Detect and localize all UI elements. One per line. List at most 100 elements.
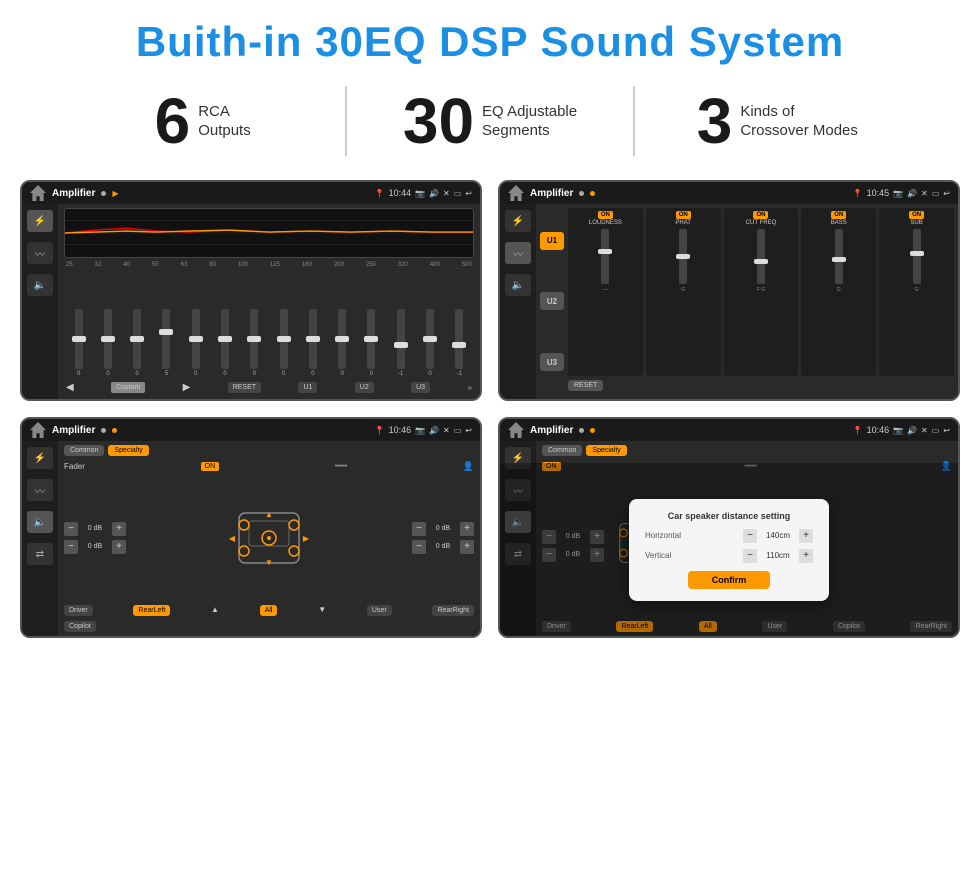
vol-row-2: − 0 dB + — [412, 522, 474, 536]
arrow-up-icon: ▲ — [211, 605, 219, 616]
status-dot-cross-2 — [590, 191, 595, 196]
fader-on-badge[interactable]: ON — [201, 462, 220, 471]
dialog-vertical-plus[interactable]: + — [799, 549, 813, 563]
ch-cutfreq-on[interactable]: ON — [753, 211, 768, 219]
cross-sidebar-vol[interactable]: 🔈 — [505, 274, 531, 296]
fader-body: ⚡ 〰 🔈 ⇄ Common Specialty — [22, 441, 480, 636]
stat-rca-number: 6 — [155, 89, 191, 153]
screen-fader-dialog: Amplifier 📍 10:46 📷 🔊 ✕ ▭ ↩ ⚡ 〰 — [498, 417, 960, 638]
fader-bottom-btns: Driver RearLeft ▲ All ▼ User RearRight — [64, 605, 474, 616]
fader-onoff-row: Fader ON ━━ 👤 — [64, 461, 474, 472]
fader-dialog-status-bar: Amplifier 📍 10:46 📷 🔊 ✕ ▭ ↩ — [500, 419, 958, 441]
vol-plus-1[interactable]: + — [112, 540, 126, 554]
custom-btn[interactable]: Custom — [111, 382, 145, 393]
cross-sidebar-eq[interactable]: ⚡ — [505, 210, 531, 232]
vol-minus-0[interactable]: − — [64, 522, 78, 536]
btn-rearright[interactable]: RearRight — [432, 605, 474, 616]
vol-minus-2[interactable]: − — [412, 522, 426, 536]
tab-specialty-fd[interactable]: Specialty — [586, 445, 626, 456]
fader-dialog-time: 10:46 — [867, 425, 890, 435]
dialog-field-horizontal: Horizontal − 140cm + — [645, 529, 813, 543]
vol-val-2: 0 dB — [429, 525, 457, 532]
eq-controls: ◀ Custom ▶ RESET U1 U2 U3 » — [64, 379, 474, 395]
dialog-vertical-ctrl: − 110cm + — [743, 549, 813, 563]
home-icon-fader-dialog[interactable] — [508, 422, 524, 438]
prev-btn[interactable]: ◀ — [66, 382, 74, 393]
btn-driver[interactable]: Driver — [64, 605, 93, 616]
stats-row: 6 RCAOutputs 30 EQ AdjustableSegments 3 … — [0, 76, 980, 172]
dialog-horizontal-plus[interactable]: + — [799, 529, 813, 543]
vol-minus-1[interactable]: − — [64, 540, 78, 554]
fader-dialog-body: ⚡ 〰 🔈 ⇄ Common Specialty ON — [500, 441, 958, 636]
eq-slider-12: 0 — [426, 272, 434, 377]
eq-status-bar: Amplifier ▶ 📍 10:44 📷 🔊 ✕ ▭ ↩ — [22, 182, 480, 204]
home-icon[interactable] — [30, 185, 46, 201]
vol-minus-3[interactable]: − — [412, 540, 426, 554]
svg-text:◀: ◀ — [229, 534, 236, 543]
btn-rearleft[interactable]: RearLeft — [133, 605, 170, 616]
u3-cross-btn[interactable]: U3 — [540, 353, 564, 371]
reset-btn[interactable]: RESET — [228, 382, 261, 393]
home-icon-fader[interactable] — [30, 422, 46, 438]
vol-plus-0[interactable]: + — [112, 522, 126, 536]
cross-reset-btn[interactable]: RESET — [568, 380, 603, 391]
dialog-field-vertical: Vertical − 110cm + — [645, 549, 813, 563]
cross-sidebar-wave[interactable]: 〰 — [505, 242, 531, 264]
tab-common[interactable]: Common — [64, 445, 104, 456]
home-icon-cross[interactable] — [508, 185, 524, 201]
vol-plus-3[interactable]: + — [460, 540, 474, 554]
car-svg: ▲ ▼ ◀ ▶ — [224, 503, 314, 573]
stat-eq-number: 30 — [403, 89, 474, 153]
btn-user[interactable]: User — [367, 605, 392, 616]
ch-phat-on[interactable]: ON — [676, 211, 691, 219]
fader-status-bar: Amplifier 📍 10:46 📷 🔊 ✕ ▭ ↩ — [22, 419, 480, 441]
next-btn[interactable]: ▶ — [183, 382, 191, 393]
eq-slider-10: 0 — [367, 272, 375, 377]
ch-bass-on[interactable]: ON — [831, 211, 846, 219]
ch-sub-on[interactable]: ON — [909, 211, 924, 219]
eq-slider-13: -1 — [455, 272, 463, 377]
eq-sidebar-wave[interactable]: 〰 — [27, 242, 53, 264]
u2-btn[interactable]: U2 — [355, 382, 374, 393]
tab-common-fd[interactable]: Common — [542, 445, 582, 456]
vol-plus-2[interactable]: + — [460, 522, 474, 536]
fader-sidebar-eq[interactable]: ⚡ — [27, 447, 53, 469]
fader-dialog-app-title: Amplifier — [530, 425, 573, 436]
dialog-horizontal-minus[interactable]: − — [743, 529, 757, 543]
eq-slider-2: 0 — [133, 272, 141, 377]
confirm-button[interactable]: Confirm — [688, 571, 771, 589]
u1-btn[interactable]: U1 — [298, 382, 317, 393]
expand-icon[interactable]: » — [467, 383, 471, 392]
u1-cross-btn[interactable]: U1 — [540, 232, 564, 250]
cross-time: 10:45 — [867, 188, 890, 198]
eq-slider-1: 0 — [104, 272, 112, 377]
stat-rca: 6 RCAOutputs — [60, 89, 345, 153]
vol-right: − 0 dB + − 0 dB + — [412, 522, 474, 554]
btn-copilot[interactable]: Copilot — [64, 621, 96, 632]
u3-btn[interactable]: U3 — [411, 382, 430, 393]
u2-cross-btn[interactable]: U2 — [540, 292, 564, 310]
fader-sidebar-expand[interactable]: ⇄ — [27, 543, 53, 565]
eq-slider-7: 0 — [280, 272, 288, 377]
fader-sidebar-wave[interactable]: 〰 — [27, 479, 53, 501]
btn-all[interactable]: All — [260, 605, 278, 616]
cross-status-bar: Amplifier 📍 10:45 📷 🔊 ✕ ▭ ↩ — [500, 182, 958, 204]
stat-crossover: 3 Kinds ofCrossover Modes — [635, 89, 920, 153]
tab-specialty[interactable]: Specialty — [108, 445, 148, 456]
vol-val-0: 0 dB — [81, 525, 109, 532]
eq-sidebar-vol[interactable]: 🔈 — [27, 274, 53, 296]
vol-val-1: 0 dB — [81, 543, 109, 550]
dialog-vertical-minus[interactable]: − — [743, 549, 757, 563]
ch-bass: ON BASS G — [801, 208, 876, 376]
stat-crossover-number: 3 — [697, 89, 733, 153]
cross-body: ⚡ 〰 🔈 U1 U2 U3 — [500, 204, 958, 399]
dialog-horizontal-val: 140cm — [760, 531, 796, 540]
eq-slider-5: 0 — [221, 272, 229, 377]
eq-slider-4: 0 — [192, 272, 200, 377]
ch-loudness-on[interactable]: ON — [598, 211, 613, 219]
eq-sidebar-eq[interactable]: ⚡ — [27, 210, 53, 232]
status-dot-1 — [101, 191, 106, 196]
fader-slider-h: ━━ — [335, 461, 347, 472]
dialog-confirm-area: Confirm — [645, 571, 813, 589]
fader-sidebar-vol[interactable]: 🔈 — [27, 511, 53, 533]
